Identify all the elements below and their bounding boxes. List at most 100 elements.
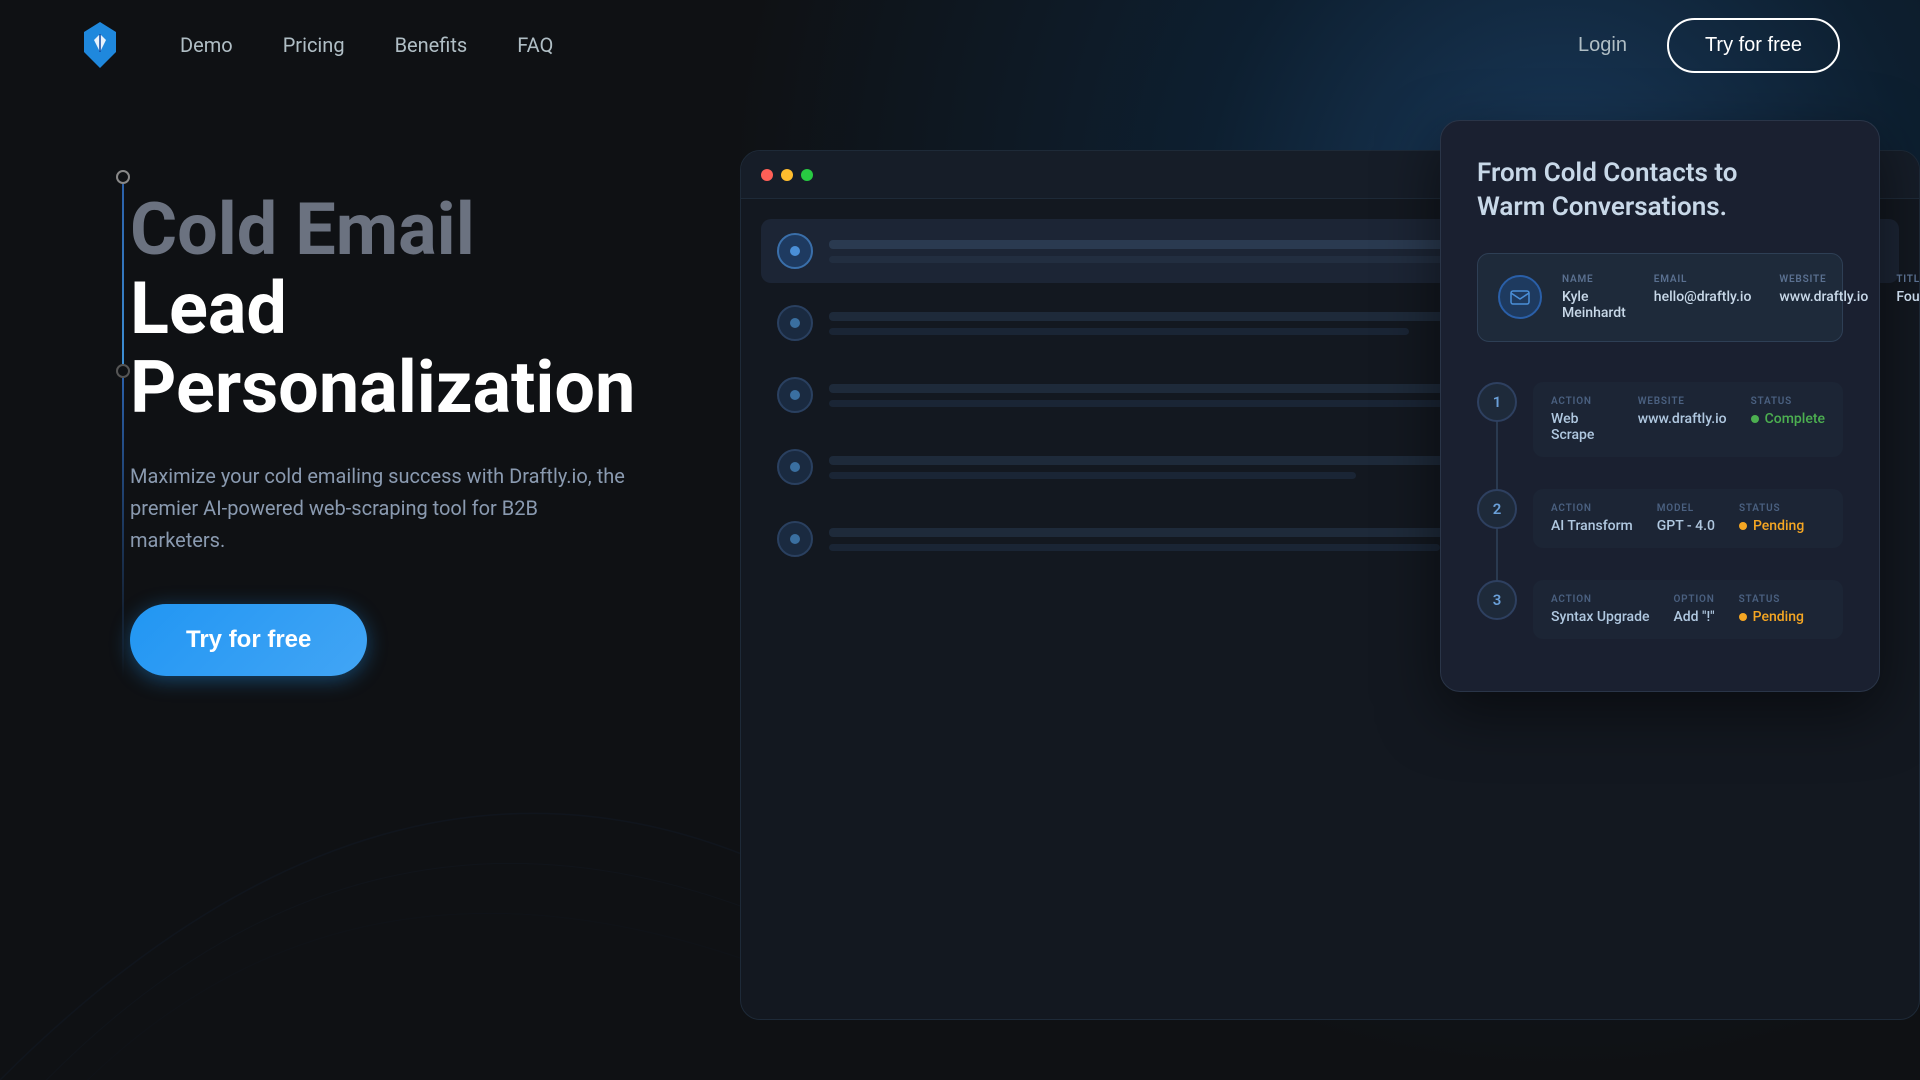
contact-name-field: NAME Kyle Meinhardt [1562,274,1626,321]
step1-status-dot [1751,415,1759,423]
step-content-3: ACTION Syntax Upgrade OPTION Add "!" STA… [1533,580,1843,639]
workflow-step-2: 2 ACTION AI Transform MODEL GPT - 4.0 ST… [1477,473,1843,564]
website-value: www.draftly.io [1779,289,1868,305]
step2-action-label: ACTION [1551,503,1633,514]
email-label: EMAIL [1654,274,1752,285]
step1-website-value: www.draftly.io [1638,411,1727,427]
step2-model: MODEL GPT - 4.0 [1657,503,1715,534]
workflow-step-3: 3 ACTION Syntax Upgrade OPTION Add "!" S… [1477,564,1843,655]
hero-subtitle: Maximize your cold emailing success with… [130,460,630,556]
email-line-4b [829,472,1356,479]
window-close-dot [761,169,773,181]
step3-action-value: Syntax Upgrade [1551,609,1649,625]
avatar-dot-5 [790,534,800,544]
contact-website-field: WEBSITE www.draftly.io [1779,274,1868,321]
login-button[interactable]: Login [1578,34,1627,57]
contact-fields: NAME Kyle Meinhardt EMAIL hello@draftly.… [1562,274,1920,321]
step2-action-value: AI Transform [1551,518,1633,534]
email-line-2b [829,328,1409,335]
avatar-5 [777,521,813,557]
step3-option-value: Add "!" [1673,609,1714,625]
email-value: hello@draftly.io [1654,289,1752,305]
step2-model-value: GPT - 4.0 [1657,518,1715,534]
avatar-2 [777,305,813,341]
step3-option: OPTION Add "!" [1673,594,1714,625]
contact-title-field: TITLE Founder [1896,274,1920,321]
workflow-panel: From Cold Contacts toWarm Conversations.… [1440,120,1880,692]
step1-action: ACTION Web Scrape [1551,396,1614,443]
step2-status: STATUS Pending [1739,503,1804,534]
step1-status: STATUS Complete [1751,396,1825,443]
step1-status-label: STATUS [1751,396,1825,407]
window-expand-dot [801,169,813,181]
hero-text: Cold Email Lead Personalization Maximize… [130,190,660,676]
step3-action-label: ACTION [1551,594,1649,605]
step3-status: STATUS Pending [1739,594,1804,625]
step-num-3: 3 [1477,580,1517,620]
indicator-dot-2 [116,364,130,378]
step2-status-value: Pending [1739,518,1804,534]
nav-faq[interactable]: FAQ [517,33,553,57]
step3-status-label: STATUS [1739,594,1804,605]
hero-title-white-2: Personalization [130,345,635,430]
hero-title-gray: Cold Email [130,187,475,272]
window-minimize-dot [781,169,793,181]
workflow-steps: 1 ACTION Web Scrape WEBSITE www.draftly.… [1477,366,1843,655]
main-content: Cold Email Lead Personalization Maximize… [0,90,1920,1080]
left-panel: Cold Email Lead Personalization Maximize… [0,90,740,756]
step3-option-label: OPTION [1673,594,1714,605]
step1-website: WEBSITE www.draftly.io [1638,396,1727,443]
step3-status-value: Pending [1739,609,1804,625]
contact-icon [1498,275,1542,319]
step2-model-label: MODEL [1657,503,1715,514]
logo-icon [80,20,120,70]
nav: Demo Pricing Benefits FAQ [180,33,553,57]
nav-benefits[interactable]: Benefits [395,33,468,57]
avatar-dot-2 [790,318,800,328]
step2-status-dot [1739,522,1747,530]
step3-action: ACTION Syntax Upgrade [1551,594,1649,625]
step3-status-dot [1739,613,1747,621]
step-num-1: 1 [1477,382,1517,422]
indicator-line-1 [122,184,124,364]
avatar-dot-1 [790,246,800,256]
header-left: Demo Pricing Benefits FAQ [80,20,553,70]
nav-pricing[interactable]: Pricing [283,33,345,57]
step1-action-label: ACTION [1551,396,1614,407]
step2-action: ACTION AI Transform [1551,503,1633,534]
logo[interactable] [80,20,120,70]
header-right: Login Try for free [1578,18,1840,73]
avatar-4 [777,449,813,485]
hero-cta-button[interactable]: Try for free [130,604,367,676]
nav-demo[interactable]: Demo [180,33,233,57]
hero-title-white-1: Lead [130,266,287,351]
website-label: WEBSITE [1779,274,1868,285]
avatar-3 [777,377,813,413]
name-label: NAME [1562,274,1626,285]
workflow-title: From Cold Contacts toWarm Conversations. [1477,157,1843,225]
step1-website-label: WEBSITE [1638,396,1727,407]
avatar-dot-4 [790,462,800,472]
step2-status-label: STATUS [1739,503,1804,514]
avatar-dot-3 [790,390,800,400]
step-content-1: ACTION Web Scrape WEBSITE www.draftly.io… [1533,382,1843,457]
indicator-dot-1 [116,170,130,184]
contact-email-field: EMAIL hello@draftly.io [1654,274,1752,321]
step1-status-value: Complete [1751,411,1825,427]
header-try-free-button[interactable]: Try for free [1667,18,1840,73]
header: Demo Pricing Benefits FAQ Login Try for … [0,0,1920,90]
email-line-5b [829,544,1440,551]
hero-title: Cold Email Lead Personalization [130,190,660,428]
envelope-icon [1509,286,1531,308]
avatar-1 [777,233,813,269]
title-value: Founder [1896,289,1920,305]
contact-card: NAME Kyle Meinhardt EMAIL hello@draftly.… [1477,253,1843,342]
name-value: Kyle Meinhardt [1562,289,1626,321]
email-line-1b [829,256,1461,263]
step-content-2: ACTION AI Transform MODEL GPT - 4.0 STAT… [1533,489,1843,548]
right-panel: From Cold Contacts toWarm Conversations.… [740,90,1920,1080]
step-num-2: 2 [1477,489,1517,529]
indicator-line-2 [122,378,124,678]
email-line-3b [829,400,1514,407]
side-indicators [116,170,130,678]
